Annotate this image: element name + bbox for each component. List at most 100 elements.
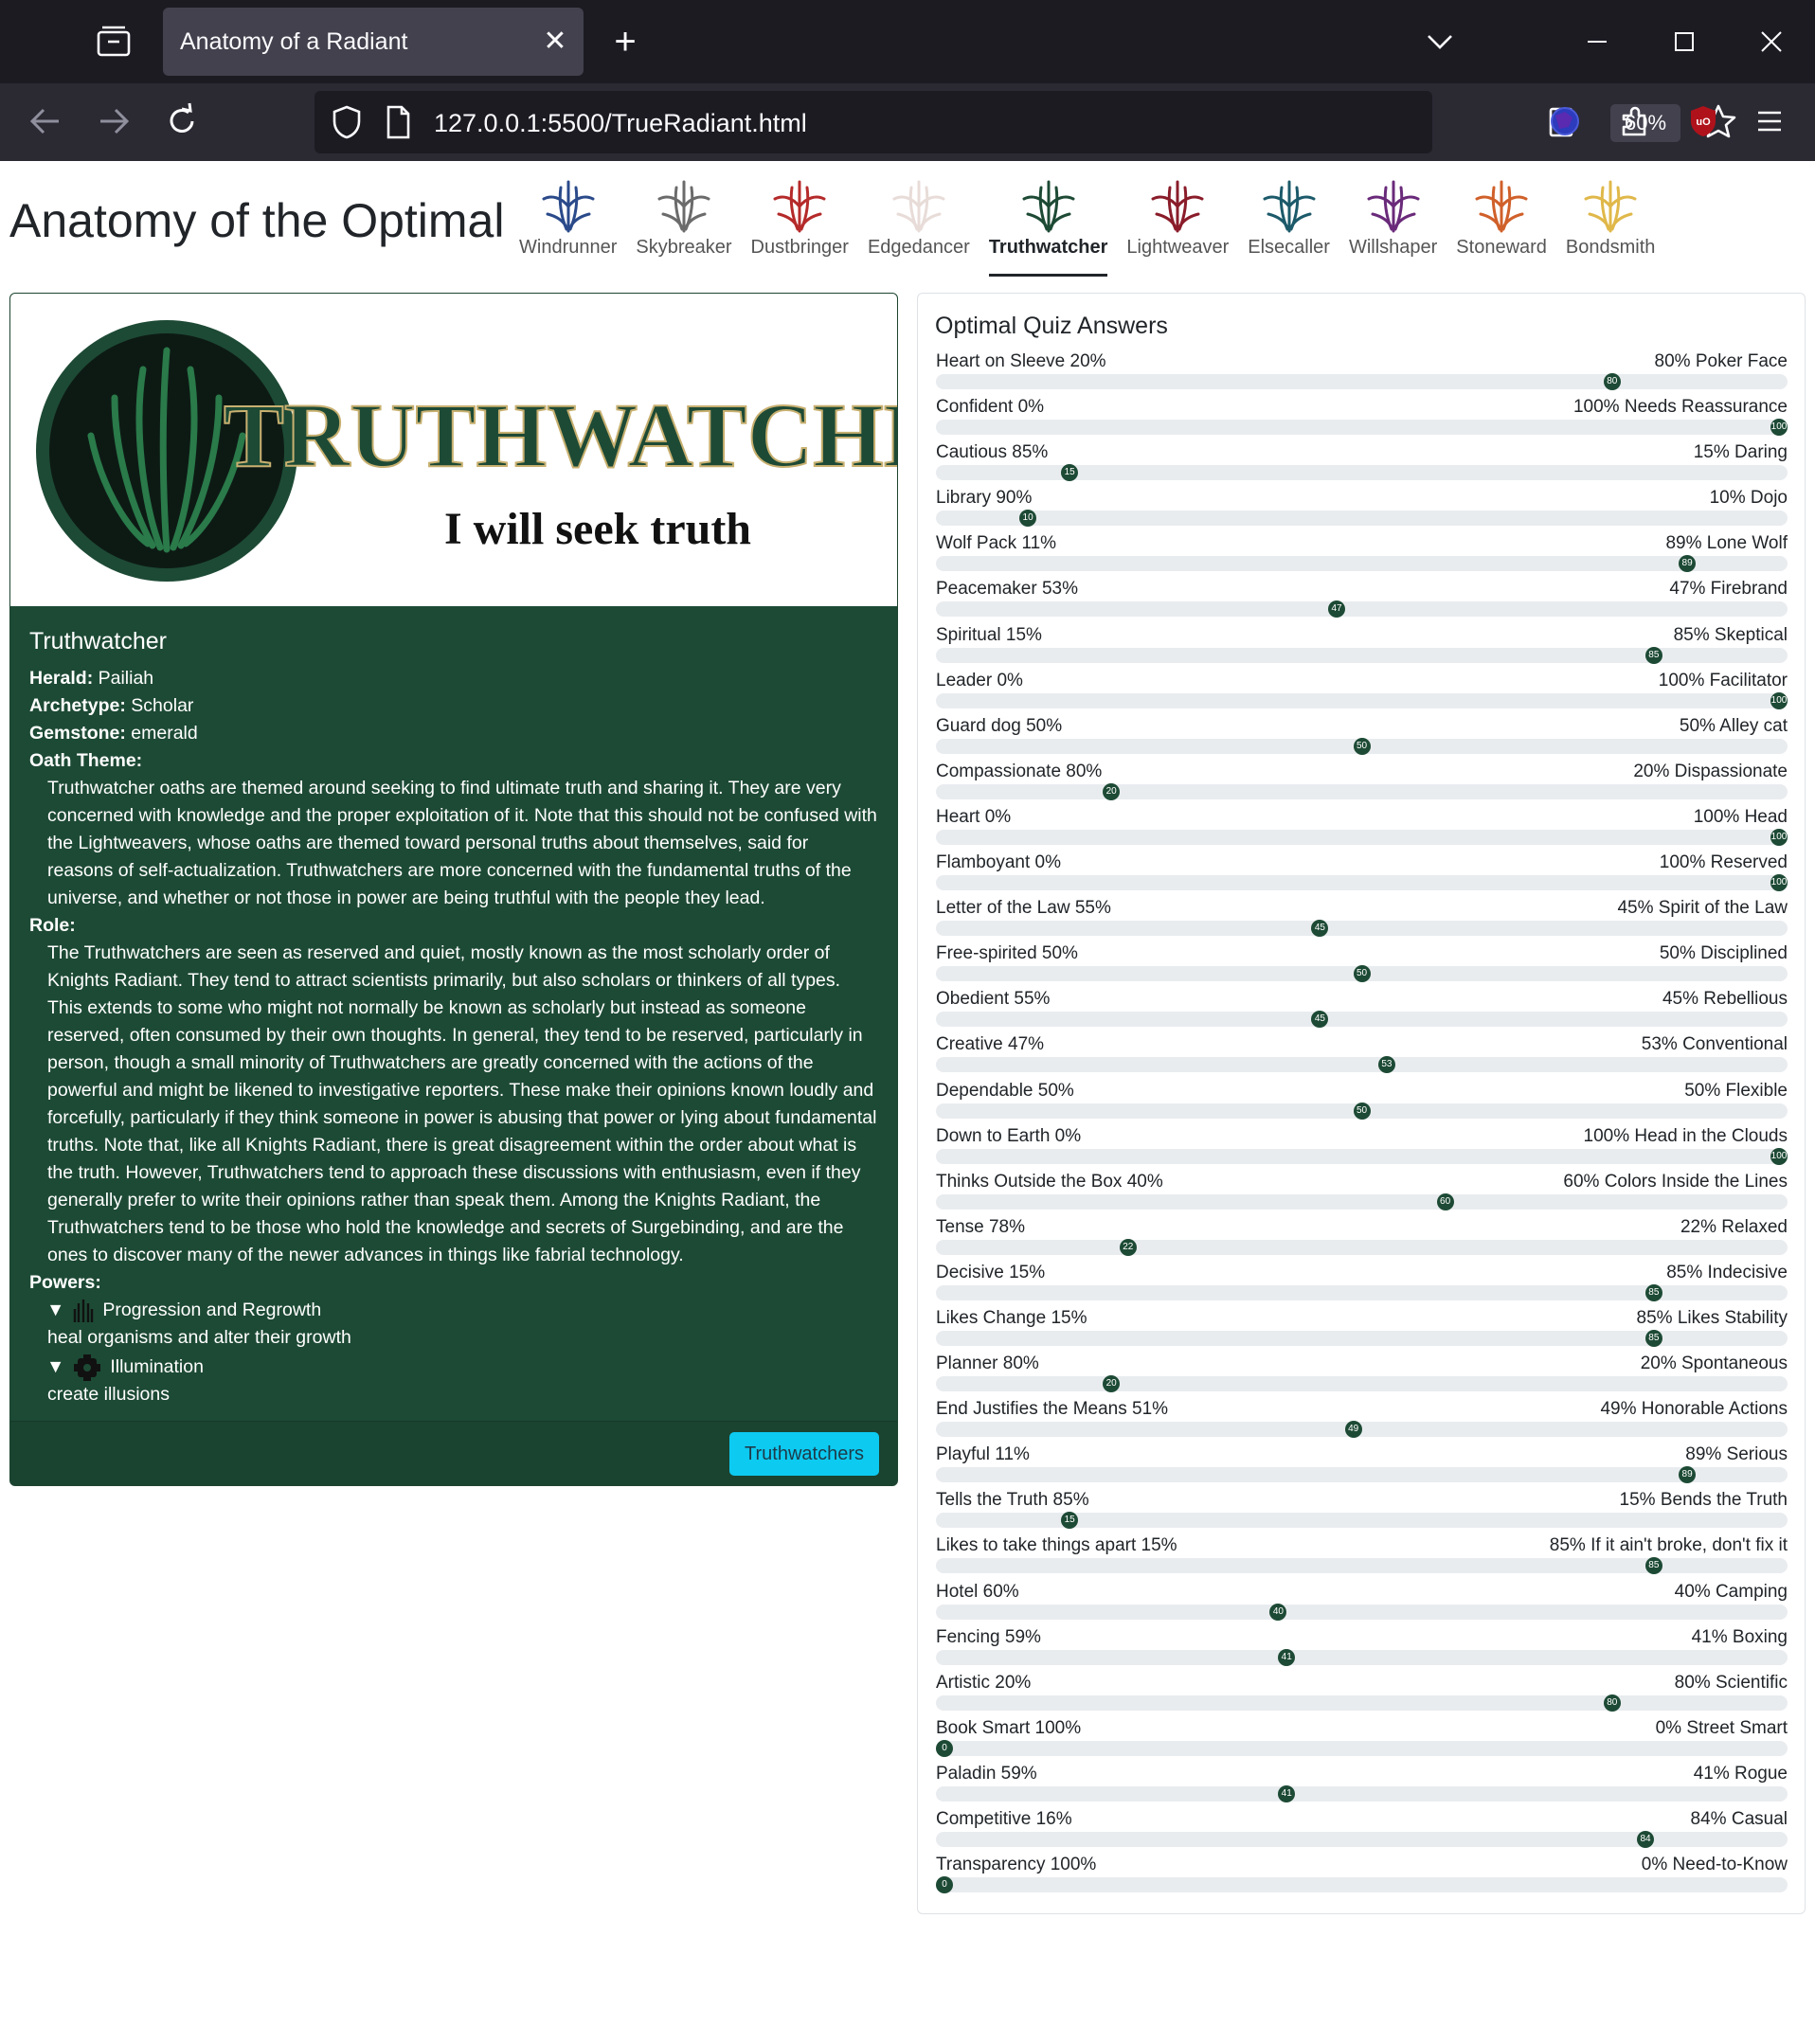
progression-glyph-icon <box>74 1299 94 1322</box>
order-tab-elsecaller[interactable]: Elsecaller <box>1238 174 1339 277</box>
tab-list-icon[interactable] <box>93 25 135 59</box>
order-tab-willshaper[interactable]: Willshaper <box>1339 174 1447 277</box>
quiz-slider-track <box>936 921 1788 937</box>
order-glyph-icon <box>892 180 945 233</box>
order-tab-windrunner[interactable]: Windrunner <box>510 174 626 277</box>
quiz-slider-track <box>936 556 1788 572</box>
quiz-row: Spiritual 15% 85% Skeptical 85 <box>936 624 1788 670</box>
order-tab-skybreaker[interactable]: Skybreaker <box>626 174 741 277</box>
tab-close-icon[interactable]: ✕ <box>538 25 572 59</box>
quiz-right-label: 85% Skeptical <box>1673 624 1788 645</box>
quiz-right-label: 84% Casual <box>1690 1809 1788 1829</box>
quiz-row: Planner 80% 20% Spontaneous 20 <box>936 1353 1788 1398</box>
quiz-slider-thumb: 40 <box>1269 1603 1287 1621</box>
reload-icon[interactable] <box>161 100 203 142</box>
order-tab-truthwatcher[interactable]: Truthwatcher <box>979 174 1118 277</box>
close-window-icon[interactable] <box>1751 21 1792 63</box>
quiz-left-label: Dependable 50% <box>936 1080 1074 1101</box>
order-tab-stoneward[interactable]: Stoneward <box>1447 174 1556 277</box>
role-text: The Truthwatchers are seen as reserved a… <box>47 942 877 1265</box>
quiz-right-label: 53% Conventional <box>1641 1034 1788 1055</box>
quiz-slider-thumb: 0 <box>936 1739 953 1757</box>
quiz-slider-track <box>936 1148 1788 1164</box>
quiz-slider-track <box>936 1649 1788 1665</box>
illumination-glyph-icon <box>74 1354 101 1381</box>
quiz-slider-track <box>936 511 1788 527</box>
order-details: Truthwatcher Herald: Pailiah Archetype: … <box>10 606 897 1431</box>
quiz-row: Likes Change 15% 85% Likes Stability 85 <box>936 1307 1788 1353</box>
quiz-right-label: 80% Poker Face <box>1654 351 1788 371</box>
maximize-icon[interactable] <box>1663 21 1705 63</box>
quiz-left-label: Obedient 55% <box>936 989 1051 1010</box>
powers-label: Powers: <box>29 1272 101 1293</box>
archetype-label: Archetype: <box>29 695 126 716</box>
svg-text:uO: uO <box>1696 117 1711 128</box>
quiz-slider-thumb: 80 <box>1603 373 1621 390</box>
quiz-right-label: 50% Disciplined <box>1659 943 1788 964</box>
power-toggle-illumination[interactable]: ▼ Illumination <box>29 1354 878 1381</box>
quiz-right-label: 89% Serious <box>1685 1444 1788 1465</box>
quiz-right-label: 100% Head in the Clouds <box>1583 1125 1788 1146</box>
browser-tab-active[interactable]: Anatomy of a Radiant ✕ <box>163 8 584 76</box>
order-tab-bondsmith[interactable]: Bondsmith <box>1556 174 1665 277</box>
quiz-slider-thumb: 41 <box>1278 1784 1296 1802</box>
page-info-icon[interactable] <box>383 104 413 145</box>
order-tab-label: Edgedancer <box>867 237 970 258</box>
menu-hamburger-icon[interactable] <box>1749 100 1790 142</box>
quiz-left-label: Heart 0% <box>936 806 1012 827</box>
address-bar[interactable]: 127.0.0.1:5500/TrueRadiant.html 60% <box>314 91 1736 153</box>
order-glyph-icon <box>1151 180 1204 233</box>
quiz-slider-track <box>936 1467 1788 1483</box>
quiz-left-label: Likes to take things apart 15% <box>936 1535 1177 1556</box>
ublock-icon[interactable]: uO <box>1682 100 1724 142</box>
new-tab-icon[interactable]: + <box>606 23 644 61</box>
quiz-right-label: 20% Dispassionate <box>1633 761 1788 781</box>
quiz-right-label: 50% Alley cat <box>1679 715 1788 736</box>
quiz-right-label: 0% Street Smart <box>1655 1717 1788 1738</box>
quiz-slider-thumb: 50 <box>1353 1102 1371 1120</box>
quiz-left-label: Fencing 59% <box>936 1626 1041 1647</box>
minimize-icon[interactable] <box>1576 21 1618 63</box>
order-tab-label: Truthwatcher <box>988 237 1108 258</box>
shield-icon[interactable] <box>330 104 364 145</box>
gemstone-label: Gemstone: <box>29 723 126 744</box>
forward-arrow-icon[interactable] <box>93 100 135 142</box>
back-arrow-icon[interactable] <box>25 100 66 142</box>
truthwatchers-button[interactable]: Truthwatchers <box>729 1432 879 1476</box>
order-glyph-icon <box>542 180 595 233</box>
quiz-left-label: Confident 0% <box>936 397 1045 418</box>
quiz-left-label: Compassionate 80% <box>936 761 1103 781</box>
quiz-left-label: Leader 0% <box>936 670 1023 690</box>
extensions-puzzle-icon[interactable] <box>1614 100 1656 142</box>
quiz-row: Fencing 59% 41% Boxing 41 <box>936 1626 1788 1672</box>
quiz-row: Transparency 100% 0% Need-to-Know 0 <box>936 1854 1788 1899</box>
quiz-row: Paladin 59% 41% Rogue 41 <box>936 1763 1788 1808</box>
order-glyph-icon <box>1263 180 1316 233</box>
quiz-row: Thinks Outside the Box 40% 60% Colors Ins… <box>936 1171 1788 1216</box>
order-tab-edgedancer[interactable]: Edgedancer <box>858 174 979 277</box>
quiz-right-label: 0% Need-to-Know <box>1641 1855 1788 1875</box>
url-text[interactable]: 127.0.0.1:5500/TrueRadiant.html <box>434 109 807 138</box>
order-tab-label: Elsecaller <box>1248 237 1330 258</box>
quiz-row: Dependable 50% 50% Flexible 50 <box>936 1080 1788 1125</box>
quiz-left-label: Guard dog 50% <box>936 715 1063 736</box>
order-tab-lightweaver[interactable]: Lightweaver <box>1117 174 1238 277</box>
quiz-slider-thumb: 80 <box>1603 1694 1621 1712</box>
extension-globe-icon[interactable] <box>1544 100 1586 142</box>
list-tabs-chevron-icon[interactable] <box>1423 25 1457 59</box>
order-tab-dustbringer[interactable]: Dustbringer <box>742 174 858 277</box>
order-tab-label: Dustbringer <box>750 237 849 258</box>
quiz-slider-track <box>936 1057 1788 1073</box>
quiz-left-label: Decisive 15% <box>936 1262 1046 1282</box>
quiz-row: Heart 0% 100% Head 100 <box>936 806 1788 852</box>
order-banner: TRUTHWATCHER I will seek truth <box>10 294 897 606</box>
quiz-row: Peacemaker 53% 47% Firebrand 47 <box>936 578 1788 623</box>
quiz-row: Compassionate 80% 20% Dispassionate 20 <box>936 761 1788 806</box>
quiz-right-label: 85% If it ain't broke, don't fix it <box>1549 1535 1788 1556</box>
quiz-left-label: Down to Earth 0% <box>936 1125 1082 1146</box>
quiz-slider-track <box>936 601 1788 618</box>
quiz-row: Letter of the Law 55% 45% Spirit of the L… <box>936 897 1788 942</box>
quiz-slider-track <box>936 420 1788 436</box>
power-toggle-progression[interactable]: ▼ Progression and Regrowth <box>29 1297 878 1324</box>
herald-label: Herald: <box>29 668 94 689</box>
